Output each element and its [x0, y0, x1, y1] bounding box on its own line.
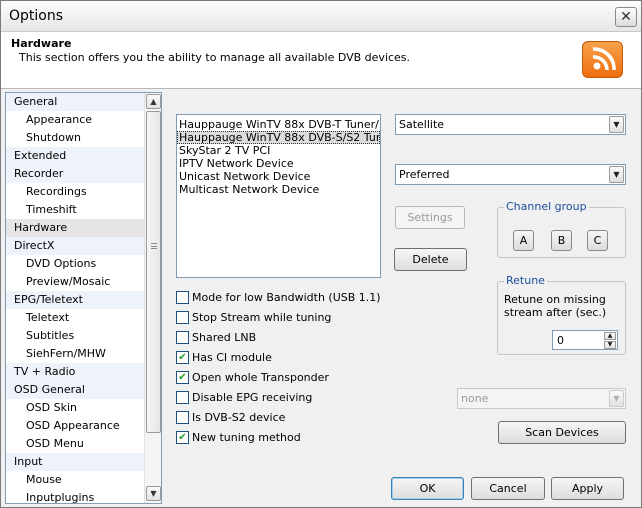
checkbox-label: Has CI module: [192, 351, 272, 364]
sidebar-item-recorder[interactable]: Recorder: [6, 165, 144, 183]
apply-button[interactable]: Apply: [551, 477, 624, 500]
sidebar-item-siehfern-mhw[interactable]: SiehFern/MHW: [6, 345, 144, 363]
window-title: Options: [9, 8, 64, 24]
section-title: Hardware: [11, 37, 72, 50]
checkbox-box[interactable]: [176, 391, 189, 404]
priority-value: Preferred: [399, 168, 450, 181]
channel-group-b-button[interactable]: B: [551, 230, 572, 251]
device-list-item[interactable]: Hauppauge WinTV 88x DVB-T Tuner/Demod: [177, 118, 380, 131]
sidebar-item-dvd-options[interactable]: DVD Options: [6, 255, 144, 273]
sidebar-item-directx[interactable]: DirectX: [6, 237, 144, 255]
sidebar-scrollbar[interactable]: ▲ ▼: [144, 93, 161, 503]
spin-up-icon[interactable]: ▲: [604, 332, 616, 340]
ok-button[interactable]: OK: [391, 477, 464, 500]
scroll-down-icon[interactable]: ▼: [146, 486, 161, 501]
checkbox-label: Mode for low Bandwidth (USB 1.1): [192, 291, 381, 304]
sidebar-item-appearance[interactable]: Appearance: [6, 111, 144, 129]
checkmark-icon[interactable]: ✔: [176, 351, 189, 364]
device-list-item[interactable]: IPTV Network Device: [177, 157, 380, 170]
sidebar-item-teletext[interactable]: Teletext: [6, 309, 144, 327]
device-list[interactable]: Hauppauge WinTV 88x DVB-T Tuner/DemodHau…: [176, 114, 381, 278]
device-list-item[interactable]: Multicast Network Device: [177, 183, 380, 196]
scroll-up-icon[interactable]: ▲: [146, 94, 161, 109]
priority-select[interactable]: Preferred ▼: [395, 164, 626, 185]
epg-source-value: none: [461, 392, 489, 405]
sidebar-item-tv-radio[interactable]: TV + Radio: [6, 363, 144, 381]
sidebar-item-shutdown[interactable]: Shutdown: [6, 129, 144, 147]
device-type-select[interactable]: Satellite ▼: [395, 114, 626, 135]
chevron-down-icon: ▼: [609, 390, 624, 407]
channel-group-c-button[interactable]: C: [587, 230, 608, 251]
checkbox-box[interactable]: [176, 311, 189, 324]
grip-icon: [151, 243, 157, 249]
device-list-item[interactable]: Hauppauge WinTV 88x DVB-S/S2 Tuner/Demod: [177, 131, 380, 144]
epg-source-select: none ▼: [457, 388, 626, 409]
checkbox-box[interactable]: [176, 411, 189, 424]
checkmark-icon[interactable]: ✔: [176, 371, 189, 384]
sidebar-item-osd-general[interactable]: OSD General: [6, 381, 144, 399]
title-bar[interactable]: Options ✕: [1, 1, 641, 32]
checkbox-box[interactable]: [176, 291, 189, 304]
channel-group-box: Channel group A B C: [497, 200, 626, 258]
sidebar-item-recordings[interactable]: Recordings: [6, 183, 144, 201]
spin-down-icon[interactable]: ▼: [604, 341, 616, 349]
retune-label: Retune: [504, 274, 547, 287]
checkmark-icon[interactable]: ✔: [176, 431, 189, 444]
close-button[interactable]: ✕: [615, 7, 637, 27]
sidebar-item-timeshift[interactable]: Timeshift: [6, 201, 144, 219]
scrollbar-thumb[interactable]: [146, 111, 161, 433]
sidebar-item-epg-teletext[interactable]: EPG/Teletext: [6, 291, 144, 309]
sidebar-item-inputplugins[interactable]: Inputplugins: [6, 489, 144, 503]
sidebar-item-subtitles[interactable]: Subtitles: [6, 327, 144, 345]
retune-box: Retune Retune on missing stream after (s…: [497, 274, 626, 355]
sidebar-item-osd-menu[interactable]: OSD Menu: [6, 435, 144, 453]
sidebar-item-extended[interactable]: Extended: [6, 147, 144, 165]
delete-button[interactable]: Delete: [394, 248, 467, 271]
sidebar-item-osd-appearance[interactable]: OSD Appearance: [6, 417, 144, 435]
sidebar-item-input[interactable]: Input: [6, 453, 144, 471]
checkbox-label: Open whole Transponder: [192, 371, 329, 384]
channel-group-label: Channel group: [504, 200, 589, 213]
sidebar-item-mouse[interactable]: Mouse: [6, 471, 144, 489]
device-list-item[interactable]: Unicast Network Device: [177, 170, 380, 183]
cancel-button[interactable]: Cancel: [471, 477, 545, 500]
hardware-panel: Hauppauge WinTV 88x DVB-T Tuner/DemodHau…: [166, 92, 638, 504]
sidebar-item-osd-skin[interactable]: OSD Skin: [6, 399, 144, 417]
checkbox-label: New tuning method: [192, 431, 301, 444]
checkbox-box[interactable]: [176, 331, 189, 344]
channel-group-a-button[interactable]: A: [513, 230, 534, 251]
checkbox-label: Stop Stream while tuning: [192, 311, 332, 324]
section-description: This section offers you the ability to m…: [19, 51, 411, 64]
settings-button[interactable]: Settings: [395, 206, 465, 229]
chevron-down-icon: ▼: [609, 116, 624, 133]
device-type-value: Satellite: [399, 118, 445, 131]
chevron-down-icon: ▼: [609, 166, 624, 183]
checkbox-label: Is DVB-S2 device: [192, 411, 286, 424]
retune-description: Retune on missing stream after (sec.): [504, 293, 607, 319]
rss-feed-icon: [582, 41, 623, 78]
section-header: Hardware This section offers you the abi…: [1, 32, 641, 89]
sidebar-item-preview-mosaic[interactable]: Preview/Mosaic: [6, 273, 144, 291]
close-icon: ✕: [620, 9, 632, 25]
retune-seconds-input[interactable]: 0 ▲ ▼: [552, 330, 618, 350]
checkbox-label: Disable EPG receiving: [192, 391, 313, 404]
sidebar-item-general[interactable]: General: [6, 93, 144, 111]
retune-seconds-value: 0: [557, 334, 564, 347]
device-list-item[interactable]: SkyStar 2 TV PCI: [177, 144, 380, 157]
checkbox-label: Shared LNB: [192, 331, 257, 344]
options-window: Options ✕ Hardware This section offers y…: [0, 0, 642, 508]
sidebar-nav[interactable]: General Appearance Shutdown Extended Recorde…: [5, 92, 162, 504]
sidebar-item-hardware[interactable]: Hardware: [6, 219, 144, 237]
sidebar-list: General Appearance Shutdown Extended Recorde…: [6, 93, 144, 503]
scan-devices-button[interactable]: Scan Devices: [498, 421, 626, 444]
